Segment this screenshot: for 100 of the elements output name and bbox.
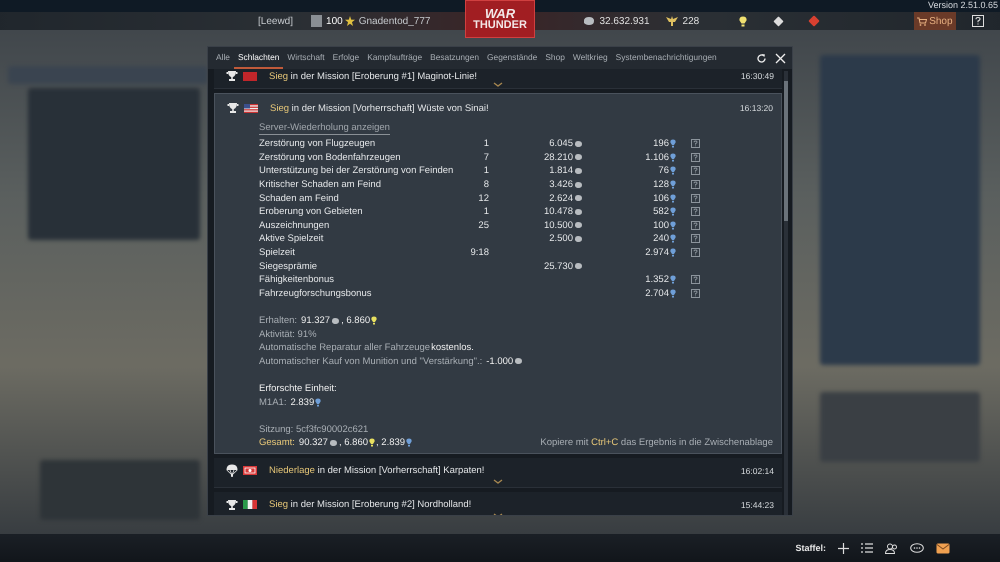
total-label: Gesamt: (259, 437, 295, 448)
trophy-icon (226, 498, 238, 511)
flag-icon (243, 72, 257, 80)
table-cell: 2.500 (549, 233, 573, 244)
table-cell: 2.974 (645, 247, 669, 258)
table-cell-text: Schaden am Feind (259, 192, 340, 204)
message-row[interactable]: Sieg in der Mission [Eroberung #1] Maginot-Linie! 16:30:49 (214, 69, 782, 89)
bulb-icon (670, 152, 676, 162)
flag-icon (244, 104, 258, 112)
table-cell-text: 1 (482, 165, 489, 176)
squad-label: Staffel: (795, 543, 826, 553)
plus-icon[interactable] (838, 542, 849, 554)
flag-icon (243, 466, 257, 476)
table-cell-text: 7 (482, 152, 489, 163)
coin-icon (514, 357, 524, 366)
message-title[interactable]: Sieg in der Mission [Eroberung #1] Maginot-Linie! (269, 70, 478, 82)
diamond-icon[interactable] (773, 16, 784, 26)
message-time: 16:30:49 (740, 71, 774, 81)
table-cell-text: Kritischer Schaden am Feind (259, 179, 382, 190)
summary-value: , 2.839 (376, 437, 406, 448)
table-cell: 1.814 (549, 165, 573, 176)
chat-icon[interactable] (910, 543, 924, 553)
summary-value: , 6.860 (341, 315, 370, 326)
bulb-icon (670, 194, 676, 203)
chevron-icon[interactable] (493, 82, 503, 87)
table-cell: 1.352 (645, 274, 669, 286)
bulb-icon (670, 288, 676, 298)
coin-icon (328, 438, 338, 447)
tab[interactable]: Shop (541, 47, 569, 69)
message-row[interactable]: Sieg in der Mission [Eroberung #2] Nordholland! 15:44:23 (214, 492, 782, 515)
tab[interactable]: Gegenstände (483, 47, 542, 69)
table-cell-text: Fähigkeitenbonus (259, 274, 335, 286)
coin-icon (331, 316, 340, 325)
cart-icon (917, 16, 928, 26)
star-icon (344, 16, 355, 26)
table-cell: 28.210 (544, 152, 573, 163)
message-card[interactable] (214, 93, 782, 454)
tab[interactable]: Kampfaufträge (363, 47, 426, 69)
table-cell: 10.500 (544, 220, 573, 231)
table-cell-text: Fahrzeugforschungsbonus (259, 288, 372, 299)
table-cell-text: 1 (482, 138, 489, 150)
people-icon[interactable] (885, 542, 898, 554)
table-cell: 3.426 (549, 179, 573, 190)
table-cell: 106 (653, 192, 669, 204)
bulb-icon (670, 248, 676, 258)
table-cell: 76 (658, 165, 669, 176)
avatar-icon[interactable] (311, 15, 322, 27)
list-icon[interactable] (861, 543, 873, 553)
flag-icon (243, 500, 257, 510)
table-cell-text: Siegesprämie (259, 260, 318, 272)
eagle-icon (666, 16, 678, 26)
table-cell-text: 1 (482, 206, 489, 218)
scrollbar-thumb[interactable] (784, 81, 788, 221)
shop-button[interactable]: Shop (914, 12, 956, 30)
table-cell-text: Aktive Spielzeit (259, 233, 324, 244)
tab[interactable]: Weltkrieg (568, 47, 612, 69)
tab[interactable]: Erfolge (328, 47, 364, 69)
table-cell: 25.730 (544, 260, 573, 272)
summary-line: Erforschte Einheit: (259, 382, 338, 396)
bulb-icon[interactable] (739, 16, 748, 26)
summary-value: 91.327 (301, 315, 330, 326)
summary-label: Erhalten: (259, 315, 298, 326)
close-icon[interactable] (775, 52, 786, 64)
replay-link[interactable]: Server-Wiederholung anzeigen (259, 122, 390, 135)
tab[interactable]: Besatzungen (426, 47, 484, 69)
summary-value: 90.327 (298, 437, 328, 448)
bulb-icon (315, 398, 322, 407)
bulb-icon (670, 180, 676, 190)
summary-line: Sitzung: 5cf3fc90002c621 (259, 422, 370, 436)
table-cell: 240 (653, 233, 669, 244)
refresh-icon[interactable] (756, 52, 767, 64)
table-cell: 2.624 (549, 192, 573, 204)
summary-label: Automatischer Kauf von Munition und "Verstärkung".: (259, 356, 482, 367)
bulb-icon (670, 166, 676, 176)
table-cell-text: 12 (477, 192, 489, 204)
tab[interactable]: Systembenachrichtigungen (612, 47, 721, 69)
bulb-icon (371, 316, 378, 326)
summary-value: 2.839 (290, 396, 314, 408)
trophy-icon (227, 102, 239, 114)
message-time: 15:44:23 (740, 500, 774, 510)
tab[interactable]: Wirtschaft (283, 47, 329, 69)
table-cell-text: Spielzeit (259, 247, 296, 258)
mail-icon[interactable] (936, 542, 950, 554)
squad-tag: [Leewd] (258, 16, 294, 26)
message-title[interactable]: Niederlage in der Mission [Vorherrschaft] Karpaten! (269, 465, 484, 476)
table-cell-text: 8 (482, 179, 489, 190)
message-title[interactable]: Sieg in der Mission [Eroberung #2] Nordholland! (269, 499, 472, 510)
tag-icon[interactable] (808, 15, 820, 27)
summary-value: , 6.860 (338, 437, 368, 448)
message-row[interactable]: Niederlage in der Mission [Vorherrschaft] Karpaten! 16:02:14 (214, 458, 782, 488)
chevron-icon[interactable] (493, 478, 503, 484)
table-cell: 100 (653, 220, 669, 231)
message-title[interactable]: Sieg in der Mission [Vorherrschaft] Wüste von Sinai! (270, 102, 489, 114)
table-cell: 1.106 (645, 152, 669, 163)
bulb-icon (670, 220, 676, 230)
tab[interactable]: Alle (212, 47, 234, 69)
table-cell: 128 (653, 179, 669, 190)
table-cell: 10.478 (544, 206, 573, 218)
player-name[interactable]: Gnadentod_777 (358, 16, 430, 26)
table-cell-text: Eroberung von Gebieten (259, 206, 364, 218)
